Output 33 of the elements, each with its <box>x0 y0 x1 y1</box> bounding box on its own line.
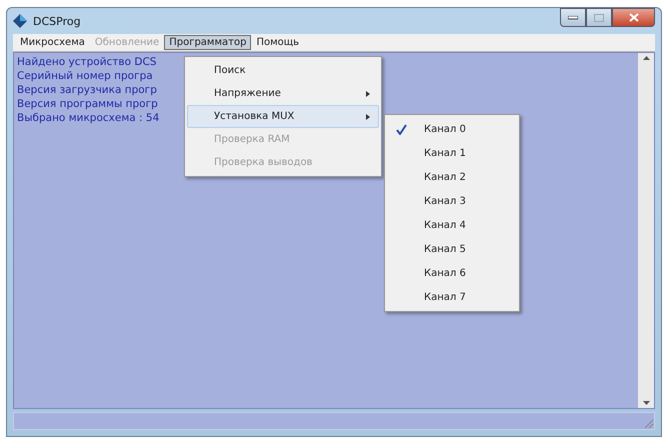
menu-option[interactable]: Поиск <box>187 59 379 82</box>
minimize-icon <box>568 16 578 20</box>
submenu-arrow-icon <box>366 114 370 120</box>
down-arrow-icon <box>642 401 650 405</box>
log-line: Версия загрузчика прогр <box>17 83 157 97</box>
menu-option[interactable]: Установка MUX <box>187 105 379 128</box>
maximize-button[interactable] <box>586 8 612 27</box>
menu-option[interactable]: Канал 0 <box>387 117 517 141</box>
up-arrow-icon <box>642 56 650 60</box>
minimize-button[interactable] <box>560 8 586 27</box>
menu-item[interactable]: Микросхема <box>15 35 90 50</box>
log-line: Версия программы прогр <box>17 97 158 111</box>
menu-item[interactable]: Помощь <box>251 35 304 50</box>
menu-option[interactable]: Канал 3 <box>387 189 517 213</box>
log-line: Найдено устройство DCS <box>17 55 156 69</box>
resize-grip-icon[interactable] <box>642 417 654 429</box>
log-line: Выбрано микросхема : 54 <box>17 111 160 125</box>
close-icon <box>628 13 638 22</box>
menu-option[interactable]: Канал 7 <box>387 285 517 309</box>
menu-option[interactable]: Канал 6 <box>387 261 517 285</box>
submenu-arrow-icon <box>366 90 370 96</box>
close-button[interactable] <box>612 8 655 27</box>
menu-option[interactable]: Напряжение <box>187 82 379 105</box>
menu-option[interactable]: Канал 1 <box>387 141 517 165</box>
menu-option[interactable]: Канал 2 <box>387 165 517 189</box>
window-title: DCSProg <box>33 14 82 28</box>
maximize-icon <box>594 14 604 22</box>
menu-option[interactable]: Канал 5 <box>387 237 517 261</box>
menu-option[interactable]: Канал 4 <box>387 213 517 237</box>
diamond-icon <box>13 14 27 28</box>
log-line: Серийный номер програ <box>17 69 153 83</box>
menu-item[interactable]: Программатор <box>164 35 252 50</box>
scrollbar[interactable] <box>638 53 654 408</box>
